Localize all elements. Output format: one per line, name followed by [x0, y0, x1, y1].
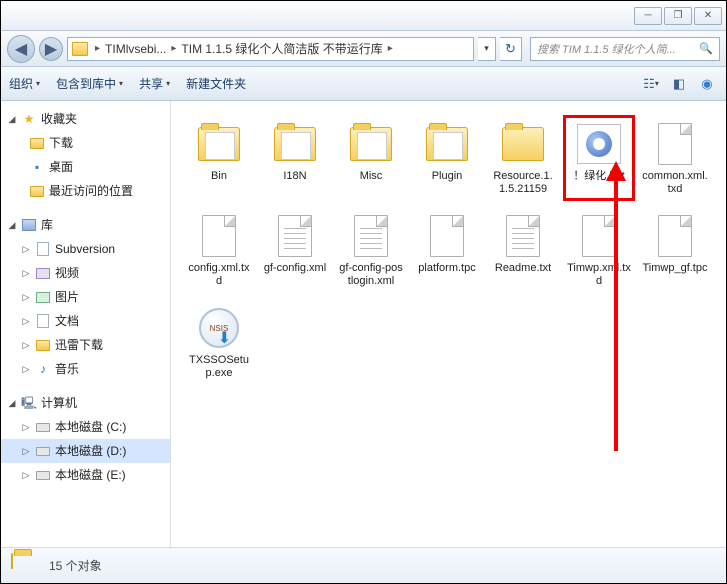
file-label: common.xml.txd [642, 170, 708, 196]
sidebar-item-pictures[interactable]: ▷图片 [1, 285, 170, 309]
sidebar-item-drive-d[interactable]: ▷本地磁盘 (D:) [1, 439, 170, 463]
file-item[interactable]: gf-config-postlogin.xml [335, 207, 407, 293]
status-bar: 15 个对象 [1, 547, 726, 583]
libraries-node[interactable]: ◢ 库 [1, 213, 170, 237]
file-label: Bin [211, 170, 227, 183]
file-lines-icon [271, 212, 319, 260]
file-icon [575, 212, 623, 260]
file-label: Plugin [432, 170, 463, 183]
status-count: 15 个对象 [49, 557, 102, 574]
exe-icon: NSIS [195, 304, 243, 352]
file-label: ！绿化.bat [573, 170, 624, 183]
file-label: config.xml.txd [186, 262, 252, 288]
folder-open-icon [271, 120, 319, 168]
file-item[interactable]: platform.tpc [411, 207, 483, 293]
file-item[interactable]: config.xml.txd [183, 207, 255, 293]
chevron-icon: ▸ [92, 43, 103, 54]
file-item[interactable]: NSISTXSSOSetup.exe [183, 299, 255, 385]
window-titlebar: ─ ❐ ✕ [1, 1, 726, 31]
libraries-group: ◢ 库 ▷Subversion ▷视频 ▷图片 ▷文档 ▷迅雷下载 ▷♪音乐 [1, 213, 170, 381]
preview-pane-button[interactable]: ◧ [668, 74, 690, 94]
folder-icon [499, 120, 547, 168]
file-item[interactable]: Plugin [411, 115, 483, 201]
file-label: TXSSOSetup.exe [186, 354, 252, 380]
sidebar-item-thunder[interactable]: ▷迅雷下载 [1, 333, 170, 357]
refresh-button[interactable]: ↻ [500, 37, 522, 61]
file-item[interactable]: common.xml.txd [639, 115, 711, 201]
search-placeholder: 搜索 TIM 1.1.5 绿化个人简... [537, 41, 676, 57]
file-label: Resource.1.1.5.21159 [490, 170, 556, 196]
organize-button[interactable]: 组织▾ [9, 75, 40, 92]
file-item[interactable]: Misc [335, 115, 407, 201]
folder-open-icon [347, 120, 395, 168]
file-item[interactable]: Resource.1.1.5.21159 [487, 115, 559, 201]
folder-open-icon [423, 120, 471, 168]
chevron-icon: ▸ [385, 43, 396, 54]
toolbar: 组织▾ 包含到库中▾ 共享▾ 新建文件夹 ☷▾ ◧ ◉ [1, 67, 726, 101]
folder-open-icon [195, 120, 243, 168]
sidebar-item-recent[interactable]: 最近访问的位置 [1, 179, 170, 203]
file-list-area[interactable]: Bin I18N Misc Plugin Resource.1.1.5.21159 ！绿化… [171, 101, 726, 547]
favorites-group: ◢★ 收藏夹 下载 ▪桌面 最近访问的位置 [1, 107, 170, 203]
file-label: Readme.txt [495, 262, 551, 275]
chevron-icon: ▸ [168, 43, 179, 54]
file-lines-icon [499, 212, 547, 260]
sidebar-item-drive-c[interactable]: ▷本地磁盘 (C:) [1, 415, 170, 439]
forward-button[interactable]: ▶ [39, 37, 63, 61]
file-label: Timwp.xml.txd [566, 262, 632, 288]
file-icon [651, 120, 699, 168]
file-label: I18N [283, 170, 306, 183]
file-icon [651, 212, 699, 260]
path-segment[interactable]: TIMlvsebi... [103, 42, 168, 56]
sidebar-item-desktop[interactable]: ▪桌面 [1, 155, 170, 179]
search-input[interactable]: 搜索 TIM 1.1.5 绿化个人简... 🔍 [530, 37, 720, 61]
new-folder-button[interactable]: 新建文件夹 [186, 75, 246, 92]
search-icon: 🔍 [699, 42, 713, 55]
close-button[interactable]: ✕ [694, 7, 722, 25]
view-options-button[interactable]: ☷▾ [640, 74, 662, 94]
file-label: Misc [360, 170, 383, 183]
address-bar: ◀ ▶ ▸ TIMlvsebi... ▸ TIM 1.1.5 绿化个人简洁版 不… [1, 31, 726, 67]
file-item[interactable]: Timwp.xml.txd [563, 207, 635, 293]
include-in-library-button[interactable]: 包含到库中▾ [56, 75, 123, 92]
maximize-button[interactable]: ❐ [664, 7, 692, 25]
file-icon [195, 212, 243, 260]
navigation-pane: ◢★ 收藏夹 下载 ▪桌面 最近访问的位置 ◢ 库 ▷Subversion ▷视… [1, 101, 171, 547]
file-item[interactable]: ！绿化.bat [563, 115, 635, 201]
sidebar-item-documents[interactable]: ▷文档 [1, 309, 170, 333]
sidebar-item-drive-e[interactable]: ▷本地磁盘 (E:) [1, 463, 170, 487]
computer-node[interactable]: ◢🖳 计算机 [1, 391, 170, 415]
file-item[interactable]: Bin [183, 115, 255, 201]
file-item[interactable]: Timwp_gf.tpc [639, 207, 711, 293]
computer-group: ◢🖳 计算机 ▷本地磁盘 (C:) ▷本地磁盘 (D:) ▷本地磁盘 (E:) [1, 391, 170, 487]
file-item[interactable]: gf-config.xml [259, 207, 331, 293]
breadcrumb[interactable]: ▸ TIMlvsebi... ▸ TIM 1.1.5 绿化个人简洁版 不带运行库… [67, 37, 474, 61]
folder-icon [72, 42, 88, 56]
folder-icon [11, 554, 39, 578]
back-button[interactable]: ◀ [7, 35, 35, 63]
path-segment[interactable]: TIM 1.1.5 绿化个人简洁版 不带运行库 [179, 40, 384, 57]
file-label: gf-config-postlogin.xml [338, 262, 404, 288]
minimize-button[interactable]: ─ [634, 7, 662, 25]
share-button[interactable]: 共享▾ [139, 75, 170, 92]
sidebar-item-downloads[interactable]: 下载 [1, 131, 170, 155]
bat-icon [575, 120, 623, 168]
sidebar-item-video[interactable]: ▷视频 [1, 261, 170, 285]
help-button[interactable]: ◉ [696, 74, 718, 94]
file-label: gf-config.xml [264, 262, 326, 275]
sidebar-item-subversion[interactable]: ▷Subversion [1, 237, 170, 261]
file-item[interactable]: I18N [259, 115, 331, 201]
favorites-node[interactable]: ◢★ 收藏夹 [1, 107, 170, 131]
file-label: platform.tpc [418, 262, 475, 275]
file-icon [423, 212, 471, 260]
file-lines-icon [347, 212, 395, 260]
file-label: Timwp_gf.tpc [642, 262, 707, 275]
file-item[interactable]: Readme.txt [487, 207, 559, 293]
sidebar-item-music[interactable]: ▷♪音乐 [1, 357, 170, 381]
path-dropdown-button[interactable]: ▾ [478, 37, 496, 61]
